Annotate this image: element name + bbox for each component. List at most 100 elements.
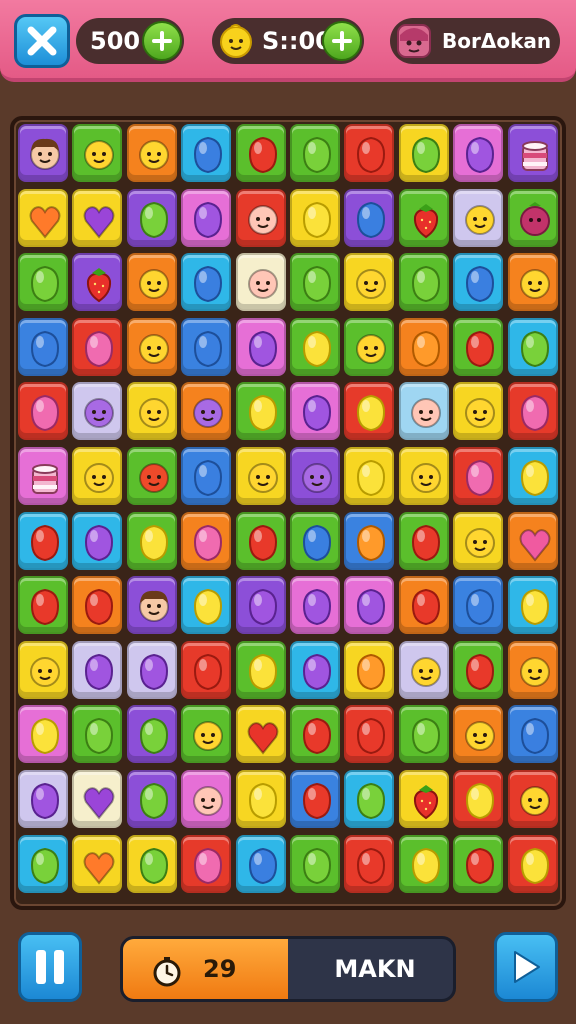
- board-tile[interactable]: [18, 576, 68, 635]
- board-tile[interactable]: [181, 382, 232, 441]
- board-tile[interactable]: [398, 511, 449, 570]
- board-tile[interactable]: [507, 447, 558, 505]
- board-tile[interactable]: [235, 576, 286, 635]
- board-tile[interactable]: [453, 511, 504, 570]
- board-tile[interactable]: [507, 705, 558, 764]
- board-tile[interactable]: [453, 253, 504, 312]
- board-tile[interactable]: [453, 188, 504, 247]
- board-tile[interactable]: [344, 188, 395, 247]
- board-tile[interactable]: [507, 770, 558, 828]
- close-button[interactable]: [14, 14, 70, 68]
- board-tile[interactable]: [18, 834, 68, 893]
- board-tile[interactable]: [18, 511, 68, 570]
- board-tile[interactable]: [181, 640, 232, 699]
- board-tile[interactable]: [398, 834, 449, 893]
- board-tile[interactable]: [181, 511, 232, 570]
- board-tile[interactable]: [72, 511, 123, 570]
- board-tile[interactable]: [398, 188, 449, 247]
- board-tile[interactable]: [126, 382, 177, 441]
- board-tile[interactable]: [72, 705, 123, 764]
- board-tile[interactable]: [453, 382, 504, 441]
- board-tile[interactable]: [72, 317, 123, 376]
- add-time-button[interactable]: [322, 21, 362, 61]
- board-tile[interactable]: [72, 253, 123, 312]
- board-tile[interactable]: [181, 576, 232, 635]
- board-tile[interactable]: [290, 317, 340, 376]
- board-tile[interactable]: [290, 447, 340, 505]
- board-tile[interactable]: [398, 705, 449, 764]
- board-tile[interactable]: [235, 253, 286, 312]
- board-tile[interactable]: [453, 317, 504, 376]
- board-tile[interactable]: [453, 640, 504, 699]
- board-tile[interactable]: [507, 640, 558, 699]
- board-tile[interactable]: [398, 447, 449, 505]
- pause-button[interactable]: [18, 932, 82, 1002]
- board-tile[interactable]: [453, 447, 504, 505]
- board-tile[interactable]: [507, 124, 558, 182]
- board-tile[interactable]: [72, 382, 123, 441]
- board-tile[interactable]: [398, 382, 449, 441]
- board-tile[interactable]: [344, 382, 395, 441]
- add-coins-button[interactable]: [142, 21, 182, 61]
- board-tile[interactable]: [398, 317, 449, 376]
- board-tile[interactable]: [181, 317, 232, 376]
- board-tile[interactable]: [72, 576, 123, 635]
- board-tile[interactable]: [18, 253, 68, 312]
- board-tile[interactable]: [507, 382, 558, 441]
- board-tile[interactable]: [181, 188, 232, 247]
- board-tile[interactable]: [398, 124, 449, 182]
- board-tile[interactable]: [18, 124, 68, 182]
- board-tile[interactable]: [126, 640, 177, 699]
- board-tile[interactable]: [344, 770, 395, 828]
- board-tile[interactable]: [235, 770, 286, 828]
- board-tile[interactable]: [126, 834, 177, 893]
- board-tile[interactable]: [18, 705, 68, 764]
- board-tile[interactable]: [126, 447, 177, 505]
- board-tile[interactable]: [72, 834, 123, 893]
- board-tile[interactable]: [398, 770, 449, 828]
- board-tile[interactable]: [18, 188, 68, 247]
- board-tile[interactable]: [181, 705, 232, 764]
- board-tile[interactable]: [507, 253, 558, 312]
- player-profile[interactable]: BorΔokan: [390, 18, 560, 64]
- board-tile[interactable]: [72, 447, 123, 505]
- board-tile[interactable]: [235, 640, 286, 699]
- board-tile[interactable]: [344, 576, 395, 635]
- board-tile[interactable]: [126, 317, 177, 376]
- board-tile[interactable]: [398, 253, 449, 312]
- board-tile[interactable]: [126, 253, 177, 312]
- board-tile[interactable]: [126, 770, 177, 828]
- board-tile[interactable]: [18, 640, 68, 699]
- board-tile[interactable]: [181, 834, 232, 893]
- board-tile[interactable]: [235, 124, 286, 182]
- board-tile[interactable]: [344, 124, 395, 182]
- board-tile[interactable]: [72, 188, 123, 247]
- board-tile[interactable]: [235, 188, 286, 247]
- board-tile[interactable]: [290, 640, 340, 699]
- board-tile[interactable]: [507, 511, 558, 570]
- board-tile[interactable]: [344, 705, 395, 764]
- board-tile[interactable]: [235, 317, 286, 376]
- board-tile[interactable]: [507, 834, 558, 893]
- board-tile[interactable]: [344, 317, 395, 376]
- board-tile[interactable]: [18, 382, 68, 441]
- board-tile[interactable]: [453, 576, 504, 635]
- board-tile[interactable]: [507, 188, 558, 247]
- board-tile[interactable]: [181, 124, 232, 182]
- board-tile[interactable]: [18, 447, 68, 505]
- board-tile[interactable]: [235, 447, 286, 505]
- board-tile[interactable]: [126, 188, 177, 247]
- board-tile[interactable]: [290, 511, 340, 570]
- board-tile[interactable]: [181, 770, 232, 828]
- board-tile[interactable]: [290, 124, 340, 182]
- board-tile[interactable]: [290, 253, 340, 312]
- board-tile[interactable]: [290, 770, 340, 828]
- board-tile[interactable]: [181, 447, 232, 505]
- board-tile[interactable]: [72, 124, 123, 182]
- board-tile[interactable]: [72, 770, 123, 828]
- board-tile[interactable]: [126, 124, 177, 182]
- board-tile[interactable]: [126, 511, 177, 570]
- board-tile[interactable]: [344, 834, 395, 893]
- play-button[interactable]: [494, 932, 558, 1002]
- board-tile[interactable]: [507, 576, 558, 635]
